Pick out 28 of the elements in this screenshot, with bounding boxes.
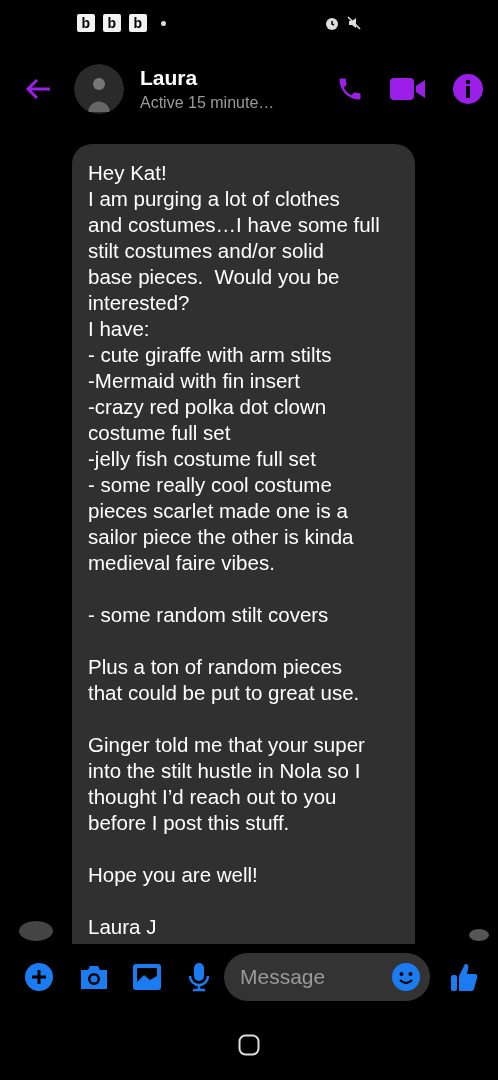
read-receipt-avatar [468,928,490,942]
dot-icon [160,20,166,26]
back-icon[interactable] [24,77,52,101]
message-text: Hope you are well! [88,862,259,888]
info-icon[interactable] [452,73,484,105]
message-field[interactable]: Message [224,953,430,1001]
contact-name: Laura [140,66,199,90]
mute-icon [346,15,362,31]
image-icon[interactable] [132,963,162,991]
microphone-icon[interactable] [188,962,210,992]
emoji-icon[interactable] [391,962,421,992]
notification-icon: b [128,14,147,32]
notification-icon: b [102,14,121,32]
active-status: Active 15 minute… [140,94,276,112]
notification-icon: b [76,14,95,32]
plus-icon[interactable] [24,962,54,992]
alarm-icon [324,15,340,31]
video-camera-icon[interactable] [390,76,426,102]
message-text: Laura J [88,914,158,940]
message-text: - some random stilt covers [88,602,330,628]
sender-avatar [18,920,54,942]
thumbs-up-icon[interactable] [450,962,478,992]
message-text: Ginger told me that your super into the stilt hustle in Nola so I thought I’d reach out to you before I post this stuff. [88,732,366,836]
avatar[interactable] [74,64,124,114]
message-text: Plus a ton of random pieces that could be put to great use. [88,654,361,706]
message-text: Hey Kat! I am purging a lot of clothes and costumes…I have some full stilt costumes and/or solid base pieces. Would you be interested? I have: - cute giraffe with arm stilts -Mermaid with fin insert -crazy red polka dot clown costume full set -jelly fish costume full set - some really cool costume pieces scarlet made one is a sailor piece the other is kinda medieval faire vibes. [88,160,381,576]
home-button[interactable] [238,1034,260,1056]
camera-icon[interactable] [78,963,110,991]
